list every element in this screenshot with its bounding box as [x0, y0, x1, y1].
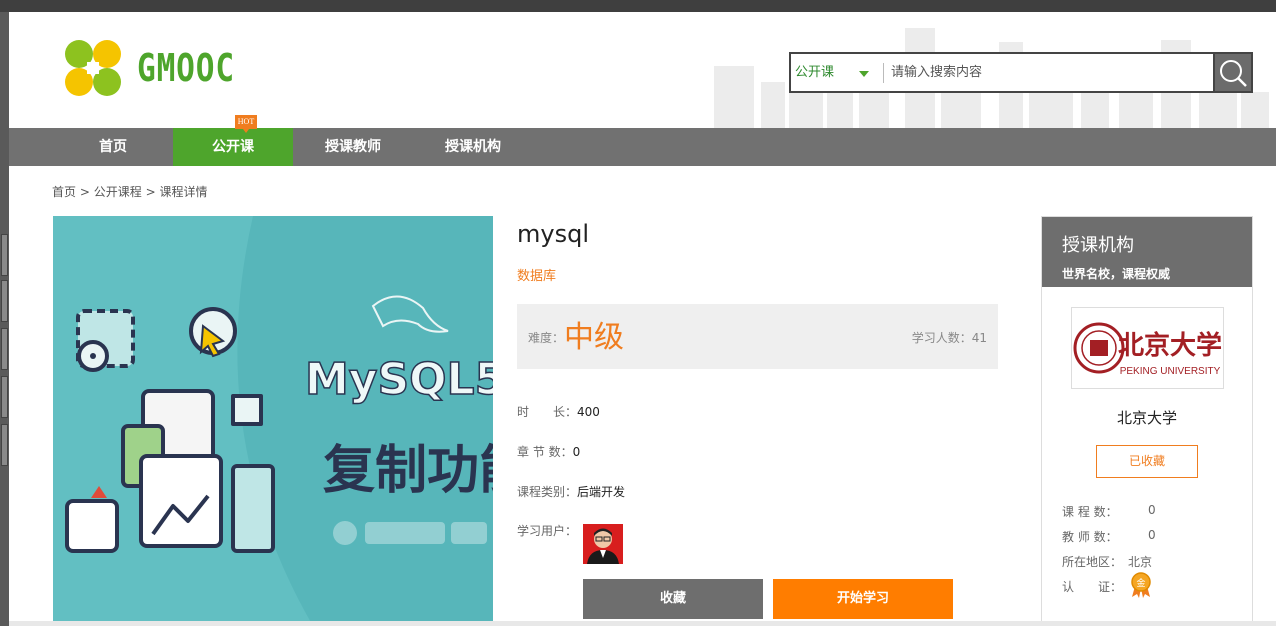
teachers-count-row: 教 师 数： 0 — [1062, 528, 1156, 545]
top-bar — [0, 0, 1276, 12]
duration-value: 400 — [577, 405, 600, 419]
courses-count-row: 课 程 数： 0 — [1062, 503, 1156, 520]
search-category-select[interactable]: 公开课 — [795, 54, 834, 91]
cover-title-text: MySQL5.7 — [305, 354, 493, 405]
search-divider — [883, 63, 884, 83]
region-row: 所在地区： 北京 — [1062, 553, 1152, 570]
chapters-label: 章 节 数： — [517, 445, 573, 459]
nav-item-home[interactable]: 首页 — [53, 128, 173, 166]
page: GMOOC 公开课 首页 公开课 授课教师 授课机构 HOT 首页 > 公开课程… — [0, 0, 1276, 626]
type-label: 课程类别： — [517, 485, 578, 499]
institution-panel-title: 授课机构 — [1062, 235, 1134, 256]
course-category-tag[interactable]: 数据库 — [517, 265, 556, 284]
breadcrumb-sep: > — [145, 185, 156, 199]
breadcrumb-list[interactable]: 公开课程 — [94, 185, 142, 199]
learners-label: 学习用户： — [517, 524, 578, 538]
institution-panel: 授课机构 世界名校，课程权威 北京大学 PEKING UNIVERSITY 北京… — [1041, 216, 1253, 626]
institution-panel-subtitle: 世界名校，课程权威 — [1062, 267, 1171, 281]
gold-medal-icon: 金 — [1131, 572, 1151, 598]
institution-name[interactable]: 北京大学 — [1042, 407, 1252, 428]
brand-name[interactable]: GMOOC — [137, 46, 235, 90]
nav-item-teachers[interactable]: 授课教师 — [293, 128, 413, 166]
difficulty-value: 中级 — [564, 320, 624, 355]
chapters-row: 章 节 数：0 — [517, 443, 580, 460]
favorite-button[interactable]: 收藏 — [583, 579, 763, 619]
course-cover-image: MySQL5.7 复制功能 — [53, 216, 493, 626]
courses-count-label: 课 程 数： — [1062, 505, 1118, 519]
courses-count-value: 0 — [1148, 503, 1156, 517]
breadcrumb: 首页 > 公开课程 > 课程详情 — [52, 183, 207, 200]
course-title: mysql — [517, 220, 589, 248]
institution-logo[interactable]: 北京大学 PEKING UNIVERSITY — [1071, 307, 1224, 389]
institution-panel-header: 授课机构 世界名校，课程权威 — [1042, 217, 1252, 287]
chevron-down-icon[interactable] — [859, 71, 869, 77]
collected-button[interactable]: 已收藏 — [1096, 445, 1198, 478]
search-button[interactable] — [1213, 52, 1253, 93]
duration-label: 时 长： — [517, 405, 578, 419]
certification-label: 认 证： — [1062, 580, 1123, 594]
search-bar: 公开课 — [789, 52, 1253, 93]
svg-text:金: 金 — [1136, 577, 1145, 589]
difficulty-label: 难度： — [528, 331, 565, 345]
teachers-count-label: 教 师 数： — [1062, 530, 1118, 544]
search-input[interactable] — [891, 58, 1211, 87]
breadcrumb-sep: > — [79, 185, 90, 199]
duration-row: 时 长：400 — [517, 403, 600, 420]
cover-subtitle-text: 复制功能 — [323, 441, 493, 501]
breadcrumb-home[interactable]: 首页 — [52, 185, 76, 199]
certification-row: 认 证： — [1062, 578, 1122, 595]
breadcrumb-current: 课程详情 — [159, 185, 208, 199]
start-learning-button[interactable]: 开始学习 — [773, 579, 953, 619]
type-value: 后端开发 — [577, 485, 626, 499]
chapters-value: 0 — [572, 445, 581, 459]
institution-logo-cn: 北京大学 — [1118, 330, 1222, 361]
nav-item-open-courses[interactable]: 公开课 — [173, 128, 293, 166]
students-count: 学习人数：41 — [911, 331, 987, 345]
nav-item-institutions[interactable]: 授课机构 — [413, 128, 533, 166]
type-row: 课程类别：后端开发 — [517, 483, 625, 500]
teachers-count-value: 0 — [1148, 528, 1156, 542]
bottom-divider — [9, 621, 1276, 626]
hot-badge: HOT — [235, 115, 257, 133]
gmooc-logo-icon — [65, 40, 121, 96]
learners-row: 学习用户： — [517, 522, 577, 539]
difficulty-box: 难度： 中级 学习人数：41 — [517, 304, 998, 369]
left-scroll-strip — [0, 12, 9, 626]
institution-logo-en: PEKING UNIVERSITY — [1120, 366, 1221, 377]
learner-avatar[interactable] — [583, 524, 623, 564]
region-label: 所在地区： — [1062, 555, 1123, 569]
main-nav: 首页 公开课 授课教师 授课机构 — [9, 128, 1276, 166]
search-icon — [1220, 60, 1247, 87]
header: GMOOC 公开课 — [9, 12, 1276, 128]
region-value: 北京 — [1128, 555, 1153, 569]
